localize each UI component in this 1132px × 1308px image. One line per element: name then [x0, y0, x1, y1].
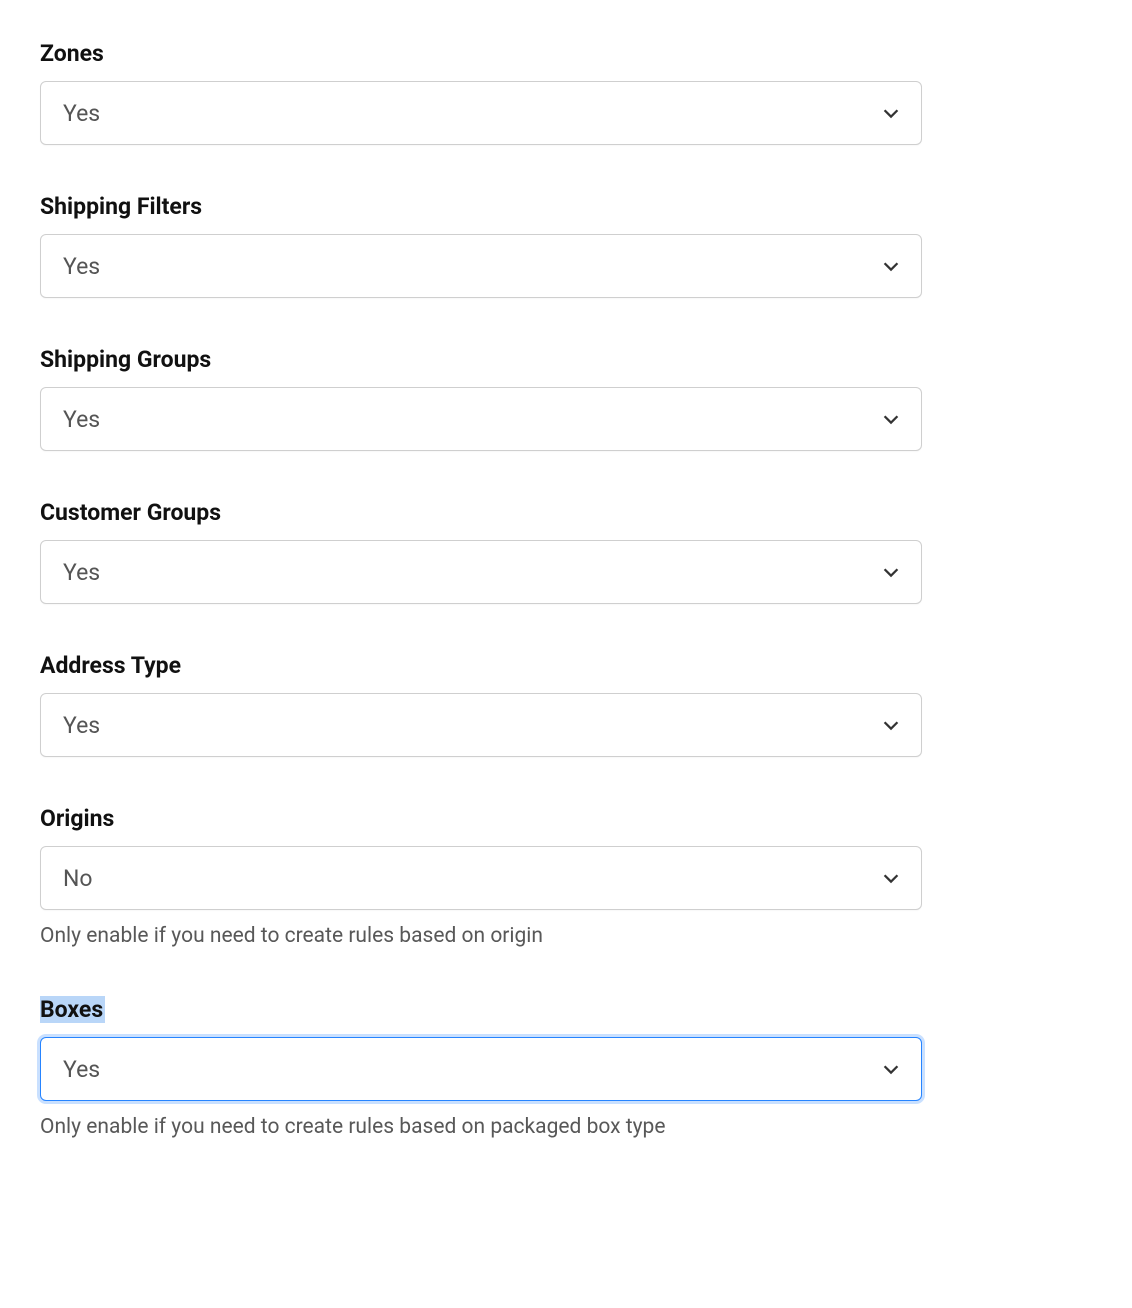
- shipping-filters-label: Shipping Filters: [40, 193, 202, 220]
- address-type-label: Address Type: [40, 652, 181, 679]
- customer-groups-field: Customer Groups Yes: [40, 499, 1092, 604]
- boxes-help-text: Only enable if you need to create rules …: [40, 1115, 1092, 1139]
- shipping-filters-select[interactable]: Yes: [40, 234, 922, 298]
- address-type-select[interactable]: Yes: [40, 693, 922, 757]
- origins-value: No: [63, 865, 93, 892]
- address-type-value: Yes: [63, 712, 100, 739]
- shipping-groups-field: Shipping Groups Yes: [40, 346, 1092, 451]
- customer-groups-select[interactable]: Yes: [40, 540, 922, 604]
- origins-label: Origins: [40, 805, 114, 832]
- shipping-groups-select[interactable]: Yes: [40, 387, 922, 451]
- origins-select[interactable]: No: [40, 846, 922, 910]
- boxes-field: Boxes Yes Only enable if you need to cre…: [40, 996, 1092, 1139]
- zones-field: Zones Yes: [40, 40, 1092, 145]
- shipping-filters-value: Yes: [63, 253, 100, 280]
- shipping-groups-value: Yes: [63, 406, 100, 433]
- zones-value: Yes: [63, 100, 100, 127]
- boxes-value: Yes: [63, 1056, 100, 1083]
- shipping-filters-field: Shipping Filters Yes: [40, 193, 1092, 298]
- zones-select[interactable]: Yes: [40, 81, 922, 145]
- zones-label: Zones: [40, 40, 104, 67]
- address-type-field: Address Type Yes: [40, 652, 1092, 757]
- origins-help-text: Only enable if you need to create rules …: [40, 924, 1092, 948]
- boxes-label: Boxes: [40, 996, 105, 1023]
- origins-field: Origins No Only enable if you need to cr…: [40, 805, 1092, 948]
- shipping-groups-label: Shipping Groups: [40, 346, 211, 373]
- boxes-select[interactable]: Yes: [40, 1037, 922, 1101]
- customer-groups-value: Yes: [63, 559, 100, 586]
- customer-groups-label: Customer Groups: [40, 499, 221, 526]
